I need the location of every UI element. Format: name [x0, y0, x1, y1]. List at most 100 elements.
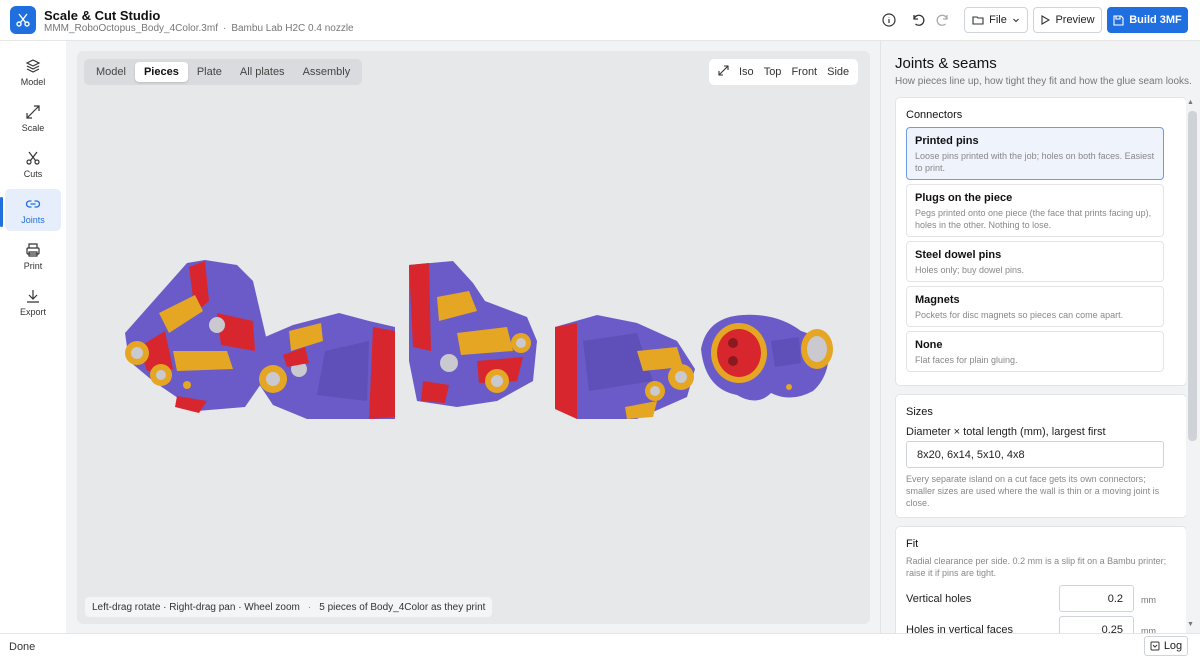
download-icon: [27, 289, 39, 303]
fit-card: Fit Radial clearance per side. 0.2 mm is…: [895, 526, 1187, 633]
holes-vertical-faces-input[interactable]: 0.25: [1059, 616, 1134, 633]
controls-hint: Left-drag rotate · Right-drag pan · Whee…: [92, 601, 300, 613]
option-title: Magnets: [915, 294, 960, 306]
pieces-render: [125, 260, 833, 419]
option-desc: Flat faces for plain gluing.: [915, 355, 1018, 365]
fit-title: Fit: [906, 538, 919, 550]
connector-option-none[interactable]: None Flat faces for plain gluing.: [906, 331, 1164, 372]
nav-label-joints: Joints: [21, 214, 45, 225]
active-nav-marker: [0, 197, 3, 227]
log-label: Log: [1163, 640, 1183, 652]
view-mode-tabs: Model Pieces Plate All plates Assembly: [84, 59, 363, 85]
printer-name: Bambu Lab H2C 0.4 nozzle: [231, 23, 354, 34]
connector-option-magnets[interactable]: Magnets Pockets for disc magnets so piec…: [906, 286, 1164, 327]
hint-separator: ·: [307, 601, 312, 613]
undo-button[interactable]: [908, 10, 928, 30]
nav-label-print: Print: [23, 260, 43, 271]
nav-label-export: Export: [19, 306, 46, 317]
vertical-holes-unit: mm: [1141, 595, 1156, 605]
redo-button[interactable]: [933, 10, 953, 30]
sizes-help: Every separate island on a cut face gets…: [906, 474, 1160, 508]
preview-button[interactable]: Preview: [1033, 7, 1102, 33]
tab-all-plates[interactable]: All plates: [231, 62, 294, 82]
option-title: Steel dowel pins: [915, 249, 1002, 261]
tab-pieces[interactable]: Pieces: [134, 62, 188, 82]
folder-icon: [972, 16, 984, 25]
scroll-up-icon[interactable]: ▲: [1187, 99, 1194, 106]
resize-arrow-icon: [26, 104, 40, 119]
info-icon: [882, 13, 896, 27]
view-top-button[interactable]: Top: [759, 66, 787, 78]
nav-label-cuts: Cuts: [23, 168, 43, 179]
printer-icon: [26, 242, 40, 257]
scroll-down-icon[interactable]: ▼: [1187, 621, 1194, 628]
file-menu-button[interactable]: File: [964, 7, 1028, 33]
title-bar: Scale & Cut Studio MMM_RoboOctopus_Body_…: [0, 0, 1200, 41]
nav-item-scale[interactable]: Scale: [5, 97, 61, 139]
log-icon: [1150, 641, 1160, 651]
fit-view-button[interactable]: [713, 65, 734, 79]
scissors-icon: [26, 151, 40, 165]
file-info: MMM_RoboOctopus_Body_4Color.3mf · Bambu La…: [44, 23, 354, 34]
panel-title: Joints & seams: [895, 55, 997, 72]
nav-item-model[interactable]: Model: [5, 51, 61, 93]
file-name: MMM_RoboOctopus_Body_4Color.3mf: [44, 23, 218, 34]
tab-plate[interactable]: Plate: [188, 62, 231, 82]
link-icon: [25, 199, 41, 208]
option-title: Plugs on the piece: [915, 192, 1013, 204]
view-iso-button[interactable]: Iso: [734, 66, 759, 78]
tab-model[interactable]: Model: [87, 62, 135, 82]
vertical-holes-input[interactable]: 0.2: [1059, 585, 1134, 612]
file-info-separator: ·: [222, 23, 227, 34]
log-button[interactable]: Log: [1144, 636, 1188, 656]
sizes-label: Diameter × total length (mm), largest fi…: [906, 426, 1106, 438]
view-front-button[interactable]: Front: [786, 66, 822, 78]
sizes-title: Sizes: [906, 406, 933, 418]
vertical-holes-label: Vertical holes: [906, 593, 972, 605]
connectors-card: Connectors Printed pins Loose pins print…: [895, 97, 1187, 386]
play-icon: [1041, 15, 1051, 25]
view-side-button[interactable]: Side: [822, 66, 854, 78]
option-title: None: [915, 339, 943, 351]
3d-viewport[interactable]: Model Pieces Plate All plates Assembly I…: [77, 51, 870, 624]
viewport-hint: Left-drag rotate · Right-drag pan · Whee…: [85, 597, 493, 617]
nav-item-cuts[interactable]: Cuts: [5, 143, 61, 185]
tab-assembly[interactable]: Assembly: [294, 62, 360, 82]
connector-option-steel-dowels[interactable]: Steel dowel pins Holes only; buy dowel p…: [906, 241, 1164, 282]
nav-label-model: Model: [20, 76, 46, 87]
save-icon: [1113, 14, 1124, 26]
option-desc: Pockets for disc magnets so pieces can c…: [915, 310, 1124, 320]
nav-label-scale: Scale: [21, 122, 45, 133]
build-3mf-button[interactable]: Build 3MF: [1107, 7, 1188, 33]
nav-item-export[interactable]: Export: [5, 281, 61, 323]
preview-label: Preview: [1055, 14, 1095, 26]
piece-5: [701, 314, 833, 401]
status-text: Done: [9, 641, 36, 653]
joints-panel: Joints & seams How pieces line up, how t…: [880, 41, 1200, 633]
connector-option-plugs[interactable]: Plugs on the piece Pegs printed onto one…: [906, 184, 1164, 237]
info-button[interactable]: [879, 10, 899, 30]
piece-2: [257, 313, 395, 419]
sizes-input[interactable]: 8x20, 6x14, 5x10, 4x8: [906, 441, 1164, 468]
redo-icon: [936, 14, 948, 26]
piece-3: [409, 261, 537, 407]
scissors-icon: [16, 13, 30, 27]
option-title: Printed pins: [915, 135, 979, 147]
camera-views: Iso Top Front Side: [709, 59, 859, 85]
piece-1: [125, 260, 267, 413]
scrollbar-thumb[interactable]: [1188, 111, 1197, 441]
layers-icon: [25, 58, 41, 73]
connector-option-printed-pins[interactable]: Printed pins Loose pins printed with the…: [906, 127, 1164, 180]
nav-item-print[interactable]: Print: [5, 235, 61, 277]
left-nav: Model Scale Cuts Joints Print Export: [0, 41, 66, 633]
undo-icon: [913, 14, 925, 26]
nav-item-joints[interactable]: Joints: [5, 189, 61, 231]
connectors-title: Connectors: [906, 109, 963, 121]
fit-help: Radial clearance per side. 0.2 mm is a s…: [906, 556, 1167, 578]
option-desc: Loose pins printed with the job; holes o…: [915, 151, 1155, 173]
app-title: Scale & Cut Studio: [44, 8, 161, 23]
app-logo: [10, 6, 36, 34]
sizes-card: Sizes Diameter × total length (mm), larg…: [895, 394, 1187, 518]
status-bar: Done Log: [0, 633, 1200, 658]
panel-subtitle: How pieces line up, how tight they fit a…: [895, 76, 1192, 87]
